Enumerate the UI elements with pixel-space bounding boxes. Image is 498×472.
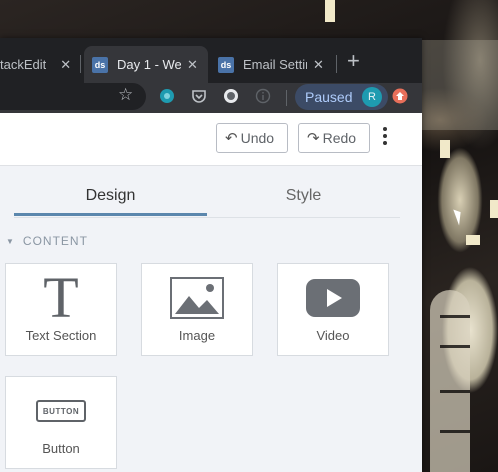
- button-icon: BUTTON: [6, 387, 116, 435]
- browser-toolbar: ☆ Paused R: [0, 83, 422, 113]
- profile-status-label: Paused: [305, 89, 353, 105]
- toolbar-separator: [286, 90, 287, 106]
- redo-icon: ↷: [307, 130, 320, 147]
- ds-favicon: ds: [92, 56, 108, 73]
- redo-label: Redo: [322, 130, 357, 146]
- collapse-caret-icon: ▼: [6, 236, 15, 246]
- tab-separator: [336, 55, 337, 73]
- mouse-cursor-icon: [453, 207, 465, 226]
- tab-stackedit[interactable]: tackEdit ✕: [0, 46, 80, 83]
- block-video[interactable]: Video: [277, 263, 389, 356]
- tab-title: Email Settin: [243, 57, 307, 72]
- extension-red-icon[interactable]: [392, 88, 408, 107]
- undo-icon: ↶: [225, 130, 238, 147]
- video-icon: [278, 274, 388, 322]
- block-label: Image: [178, 328, 216, 343]
- more-options-icon[interactable]: [380, 127, 390, 149]
- extension-teal-icon[interactable]: [159, 88, 175, 107]
- block-text-section[interactable]: T Text Section: [5, 263, 117, 356]
- editor-header: ↶ Undo ↷ Redo: [0, 113, 422, 166]
- close-tab-icon[interactable]: ✕: [60, 57, 71, 73]
- editor-tabs: Design Style: [14, 179, 400, 218]
- info-icon[interactable]: [255, 88, 271, 107]
- block-label: Button: [42, 441, 80, 456]
- text-section-glyph: T: [43, 265, 79, 330]
- new-tab-button[interactable]: +: [347, 50, 360, 72]
- close-tab-icon[interactable]: ✕: [187, 57, 198, 73]
- undo-label: Undo: [240, 130, 275, 146]
- browser-window: tackEdit ✕ ds Day 1 - Wel ✕ ds Email Set…: [0, 38, 422, 472]
- redo-button[interactable]: ↷ Redo: [298, 123, 370, 153]
- profile-paused-button[interactable]: Paused R: [295, 84, 388, 110]
- block-label: Text Section: [25, 328, 97, 343]
- close-tab-icon[interactable]: ✕: [313, 57, 324, 73]
- tab-style[interactable]: Style: [207, 179, 400, 215]
- profile-avatar: R: [362, 87, 382, 107]
- tab-email-settings[interactable]: ds Email Settin ✕: [218, 46, 340, 83]
- ds-favicon: ds: [218, 56, 234, 73]
- block-label: Video: [316, 328, 350, 343]
- tab-separator: [80, 55, 81, 73]
- content-section-header[interactable]: ▼ CONTENT: [6, 234, 88, 248]
- undo-button[interactable]: ↶ Undo: [216, 123, 288, 153]
- tab-title: Day 1 - Wel: [117, 57, 181, 72]
- section-title: CONTENT: [22, 234, 88, 248]
- block-image[interactable]: Image: [141, 263, 253, 356]
- image-icon: [142, 274, 252, 322]
- star-icon[interactable]: ☆: [118, 86, 133, 103]
- tab-day-1[interactable]: ds Day 1 - Wel ✕: [84, 46, 208, 83]
- button-icon-glyph: BUTTON: [36, 400, 86, 422]
- record-icon[interactable]: [223, 88, 239, 107]
- text-section-icon: T: [6, 265, 116, 330]
- editor-page: ↶ Undo ↷ Redo Design Style ▼ CONTENT T T…: [0, 113, 422, 472]
- block-button[interactable]: BUTTON Button: [5, 376, 117, 469]
- tab-title: tackEdit: [0, 57, 47, 72]
- pocket-icon[interactable]: [191, 88, 207, 107]
- tab-design[interactable]: Design: [14, 179, 207, 216]
- tab-bar: tackEdit ✕ ds Day 1 - Wel ✕ ds Email Set…: [0, 38, 422, 83]
